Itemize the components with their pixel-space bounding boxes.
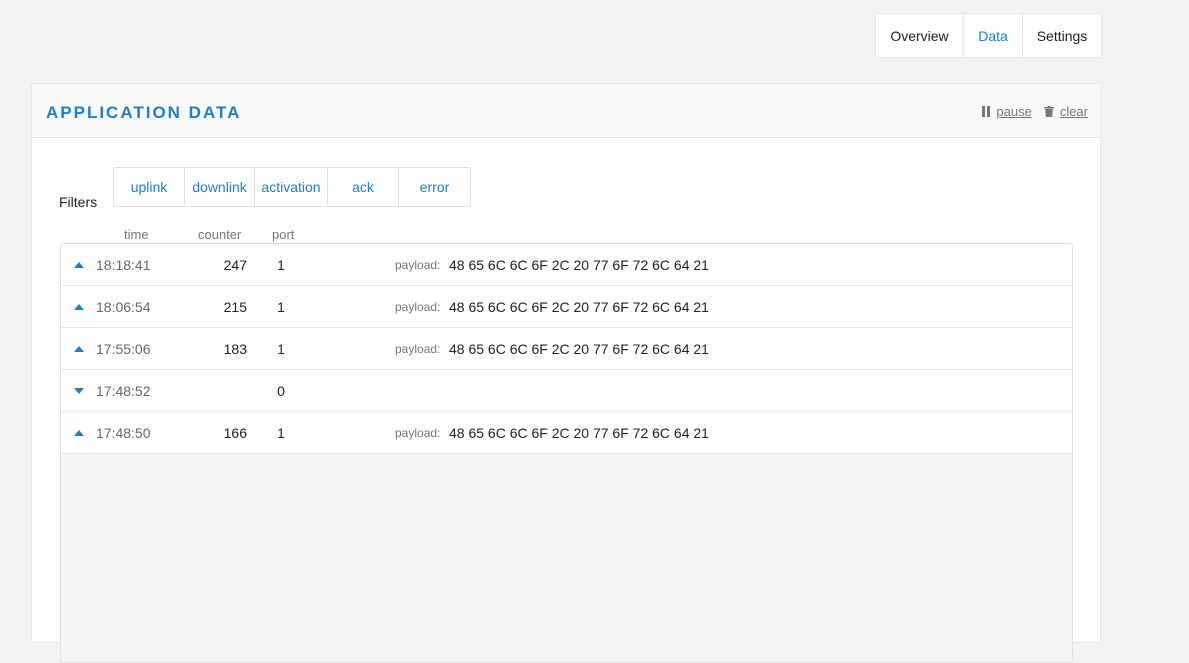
card-header: APPLICATION DATA pause clear [32,84,1100,138]
table-row[interactable]: 17:48:50 166 1 payload: 48 65 6C 6C 6F 2… [61,412,1072,454]
application-data-card: APPLICATION DATA pause clear Filters upl… [31,83,1101,663]
row-time: 18:06:54 [96,298,151,315]
card-title: APPLICATION DATA [46,103,242,122]
filter-activation[interactable]: activation [255,168,328,206]
caret-up-icon[interactable] [73,244,85,285]
tab-settings[interactable]: Settings [1023,14,1101,57]
caret-up-icon[interactable] [73,286,85,327]
filter-downlink[interactable]: downlink [185,168,255,206]
caret-up-icon[interactable] [73,328,85,369]
filter-uplink[interactable]: uplink [114,168,185,206]
tab-overview[interactable]: Overview [876,14,964,57]
clear-label: clear [1059,104,1088,119]
clear-button[interactable]: clear [1043,104,1088,119]
row-payload-label: payload: [395,257,441,272]
row-payload-label: payload: [395,299,441,314]
row-payload: 48 65 6C 6C 6F 2C 20 77 6F 72 6C 64 21 [449,340,709,357]
row-port: 1 [277,298,285,315]
data-table: 18:18:41 247 1 payload: 48 65 6C 6C 6F 2… [60,243,1073,663]
caret-up-icon[interactable] [73,412,85,453]
table-row[interactable]: 17:55:06 183 1 payload: 48 65 6C 6C 6F 2… [61,328,1072,370]
column-header-counter: counter [198,227,242,242]
row-counter: 183 [223,340,247,357]
row-payload-label: payload: [395,425,441,440]
row-port: 1 [277,424,285,441]
row-payload: 48 65 6C 6C 6F 2C 20 77 6F 72 6C 64 21 [449,256,709,273]
row-payload-label: payload: [395,341,441,356]
table-row[interactable]: 17:48:52 0 [61,370,1072,412]
filter-ack[interactable]: ack [328,168,399,206]
pause-label: pause [996,104,1032,119]
caret-down-icon[interactable] [73,370,85,411]
column-header-port: port [272,227,295,242]
tab-data[interactable]: Data [964,14,1023,57]
pause-icon [982,106,991,117]
row-time: 18:18:41 [96,256,151,273]
filter-error[interactable]: error [399,168,470,206]
row-counter: 215 [223,298,247,315]
pause-button[interactable]: pause [982,104,1032,119]
table-row[interactable]: 18:18:41 247 1 payload: 48 65 6C 6C 6F 2… [61,244,1072,286]
filters-label: Filters [59,194,98,210]
row-port: 1 [277,256,285,273]
row-time: 17:55:06 [96,340,151,357]
card-actions: pause clear [970,104,1088,119]
filter-group: uplink downlink activation ack error [113,167,471,207]
row-counter: 247 [223,256,247,273]
row-counter [181,370,247,411]
row-counter: 166 [223,424,247,441]
row-port: 1 [277,340,285,357]
row-payload: 48 65 6C 6C 6F 2C 20 77 6F 72 6C 64 21 [449,298,709,315]
top-tabs: Overview Data Settings [875,13,1102,58]
table-row[interactable]: 18:06:54 215 1 payload: 48 65 6C 6C 6F 2… [61,286,1072,328]
column-header-time: time [124,227,149,242]
row-payload: 48 65 6C 6C 6F 2C 20 77 6F 72 6C 64 21 [449,424,709,441]
row-time: 17:48:50 [96,424,151,441]
trash-icon [1043,106,1054,117]
row-time: 17:48:52 [96,382,151,399]
row-port: 0 [277,382,285,399]
